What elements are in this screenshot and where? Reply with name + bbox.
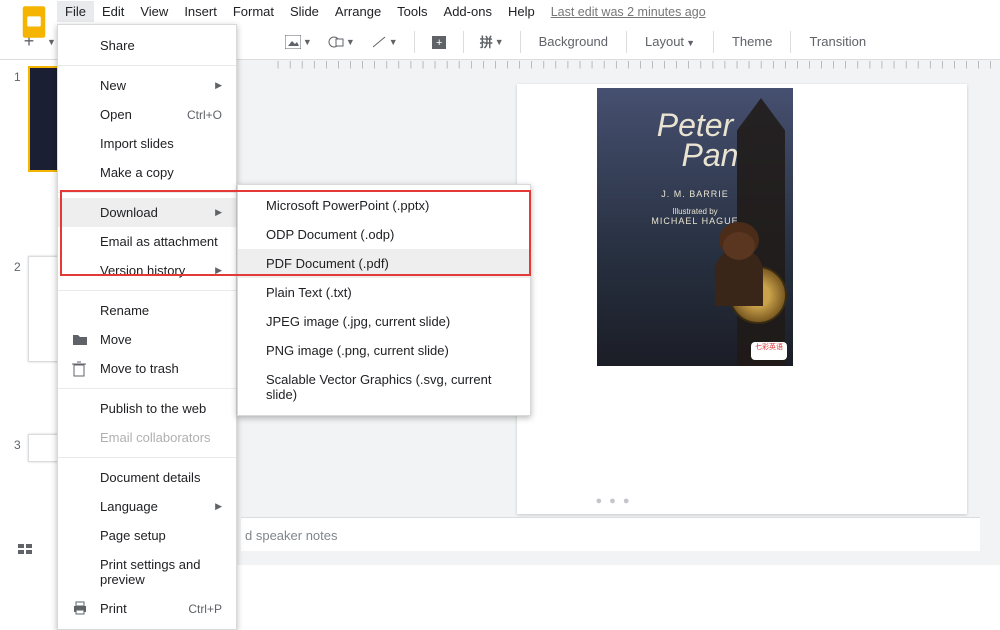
shape-button[interactable]: ▼ bbox=[322, 31, 361, 53]
grid-view-icon[interactable] bbox=[18, 544, 34, 559]
menu-view[interactable]: View bbox=[132, 1, 176, 22]
menu-file[interactable]: File bbox=[57, 1, 94, 22]
menu-slide[interactable]: Slide bbox=[282, 1, 327, 22]
chevron-down-icon: ▼ bbox=[389, 37, 398, 47]
menu-version-history[interactable]: Version history▶ bbox=[58, 256, 236, 285]
theme-button[interactable]: Theme bbox=[724, 30, 780, 53]
menu-arrange[interactable]: Arrange bbox=[327, 1, 389, 22]
menu-divider bbox=[58, 290, 236, 291]
menu-addons[interactable]: Add-ons bbox=[436, 1, 500, 22]
transition-button[interactable]: Transition bbox=[801, 30, 874, 53]
separator bbox=[463, 31, 464, 53]
menu-help[interactable]: Help bbox=[500, 1, 543, 22]
menu-import-slides[interactable]: Import slides bbox=[58, 129, 236, 158]
chevron-down-icon: ▼ bbox=[686, 38, 695, 48]
menu-share[interactable]: Share bbox=[58, 31, 236, 60]
trash-icon bbox=[72, 361, 88, 377]
menu-tools[interactable]: Tools bbox=[389, 1, 435, 22]
chevron-down-icon: ▼ bbox=[303, 37, 312, 47]
print-icon bbox=[72, 601, 88, 617]
menu-download[interactable]: Download▶ bbox=[58, 198, 236, 227]
watermark-badge: 七彩英语 bbox=[751, 342, 787, 360]
chevron-right-icon: ▶ bbox=[215, 501, 222, 512]
file-menu: Share New▶ OpenCtrl+O Import slides Make… bbox=[57, 24, 237, 630]
slide-number: 3 bbox=[14, 434, 28, 462]
chevron-down-icon: ▼ bbox=[346, 37, 355, 47]
slide-number: 1 bbox=[14, 66, 28, 172]
menu-divider bbox=[58, 388, 236, 389]
download-submenu: Microsoft PowerPoint (.pptx) ODP Documen… bbox=[237, 184, 531, 416]
download-txt[interactable]: Plain Text (.txt) bbox=[238, 278, 530, 307]
shortcut-label: Ctrl+P bbox=[188, 602, 222, 616]
shortcut-label: Ctrl+O bbox=[187, 108, 222, 122]
background-button[interactable]: Background bbox=[531, 30, 616, 53]
line-button[interactable]: ▼ bbox=[365, 31, 404, 53]
separator bbox=[520, 31, 521, 53]
comment-button[interactable]: + bbox=[425, 31, 453, 53]
menu-document-details[interactable]: Document details bbox=[58, 463, 236, 492]
chevron-right-icon: ▶ bbox=[215, 207, 222, 218]
menu-move-to-trash[interactable]: Move to trash bbox=[58, 354, 236, 383]
book-cover-image: Peter Pan J. M. BARRIE Illustrated by MI… bbox=[597, 88, 793, 366]
menu-email-collaborators: Email collaborators bbox=[58, 423, 236, 452]
menu-make-copy[interactable]: Make a copy bbox=[58, 158, 236, 187]
download-jpg[interactable]: JPEG image (.jpg, current slide) bbox=[238, 307, 530, 336]
last-edit-link[interactable]: Last edit was 2 minutes ago bbox=[551, 5, 706, 19]
menu-print[interactable]: PrintCtrl+P bbox=[58, 594, 236, 623]
menu-open[interactable]: OpenCtrl+O bbox=[58, 100, 236, 129]
chevron-right-icon: ▶ bbox=[215, 265, 222, 276]
slide-number: 2 bbox=[14, 256, 28, 362]
svg-text:+: + bbox=[436, 37, 442, 49]
menu-publish-web[interactable]: Publish to the web bbox=[58, 394, 236, 423]
separator bbox=[414, 31, 415, 53]
resize-handle[interactable]: ● ● ● bbox=[595, 495, 631, 507]
folder-icon bbox=[72, 332, 88, 348]
menu-page-setup[interactable]: Page setup bbox=[58, 521, 236, 550]
download-svg[interactable]: Scalable Vector Graphics (.svg, current … bbox=[238, 365, 530, 409]
menu-divider bbox=[58, 65, 236, 66]
download-pptx[interactable]: Microsoft PowerPoint (.pptx) bbox=[238, 191, 530, 220]
speaker-notes[interactable]: d speaker notes bbox=[241, 517, 980, 551]
download-odp[interactable]: ODP Document (.odp) bbox=[238, 220, 530, 249]
image-button[interactable]: ▼ bbox=[279, 31, 318, 53]
slides-logo[interactable] bbox=[16, 0, 52, 44]
menu-divider bbox=[58, 457, 236, 458]
menu-edit[interactable]: Edit bbox=[94, 1, 132, 22]
menu-format[interactable]: Format bbox=[225, 1, 282, 22]
menu-language[interactable]: Language▶ bbox=[58, 492, 236, 521]
menu-email-attachment[interactable]: Email as attachment bbox=[58, 227, 236, 256]
menu-rename[interactable]: Rename bbox=[58, 296, 236, 325]
grid-button[interactable]: 拼▼ bbox=[474, 28, 510, 55]
menu-new[interactable]: New▶ bbox=[58, 71, 236, 100]
separator bbox=[790, 31, 791, 53]
separator bbox=[713, 31, 714, 53]
download-png[interactable]: PNG image (.png, current slide) bbox=[238, 336, 530, 365]
download-pdf[interactable]: PDF Document (.pdf) bbox=[238, 249, 530, 278]
menu-insert[interactable]: Insert bbox=[176, 1, 225, 22]
slide-surface[interactable]: Peter Pan J. M. BARRIE Illustrated by MI… bbox=[517, 84, 967, 514]
menu-move[interactable]: Move bbox=[58, 325, 236, 354]
ruler: ||||||||||||||||||||||||||||||||||||||||… bbox=[277, 60, 1000, 72]
chevron-right-icon: ▶ bbox=[215, 80, 222, 91]
fairy-figure bbox=[715, 250, 763, 306]
menu-divider bbox=[58, 192, 236, 193]
menubar: File Edit View Insert Format Slide Arran… bbox=[0, 0, 1000, 24]
layout-button[interactable]: Layout▼ bbox=[637, 30, 703, 53]
separator bbox=[626, 31, 627, 53]
menu-print-settings[interactable]: Print settings and preview bbox=[58, 550, 236, 594]
